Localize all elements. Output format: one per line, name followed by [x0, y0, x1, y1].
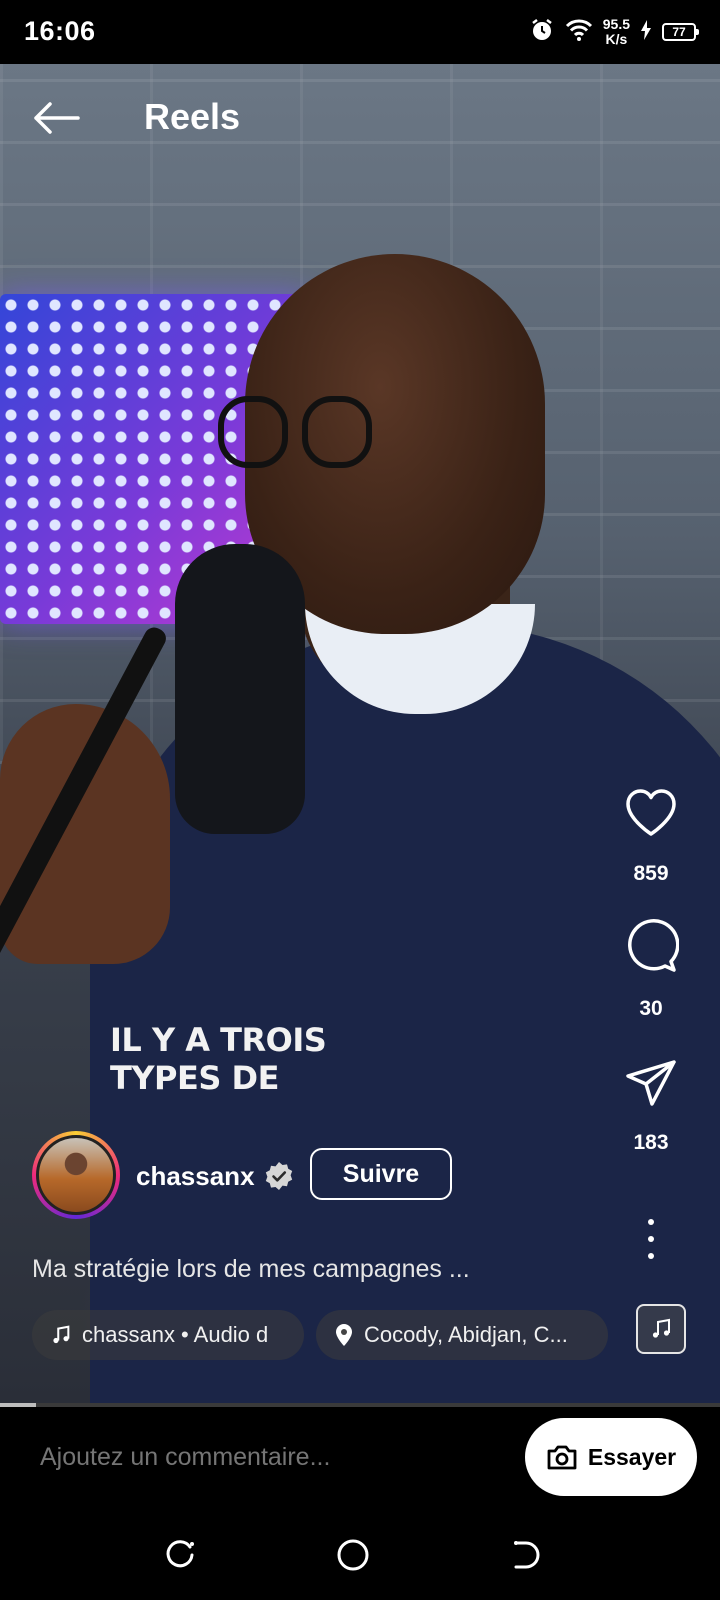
author-username[interactable]: chassanx	[136, 1161, 255, 1192]
share-count: 183	[633, 1131, 669, 1154]
author-avatar[interactable]	[32, 1131, 120, 1219]
recents-button[interactable]	[160, 1535, 200, 1575]
home-button[interactable]	[333, 1535, 373, 1575]
verified-badge-icon	[265, 1162, 293, 1190]
try-button-label: Essayer	[587, 1443, 677, 1470]
battery-icon: 77	[662, 23, 699, 41]
network-speed: 95.5 K/s	[603, 17, 630, 47]
overlay-line-2: TYPES DE	[110, 1059, 279, 1097]
try-button[interactable]: Essayer	[525, 1418, 697, 1496]
music-note-icon	[652, 1318, 670, 1338]
audio-chip-label: chassanx • Audio d	[82, 1322, 269, 1347]
audio-thumbnail-button[interactable]	[636, 1304, 686, 1354]
share-button[interactable]	[620, 1054, 682, 1112]
music-note-icon	[53, 1325, 70, 1344]
comment-bubble-icon	[628, 919, 679, 972]
status-time: 16:06	[24, 16, 96, 46]
home-circle-icon	[337, 1539, 369, 1571]
status-icons: 95.5 K/s 77	[529, 14, 699, 50]
heart-icon	[626, 789, 676, 836]
comment-button[interactable]	[620, 918, 682, 976]
page-title: Reels	[144, 96, 241, 137]
reels-header: Reels	[0, 64, 720, 174]
network-speed-value: 95.5	[602, 16, 630, 32]
status-bar: 16:06 95.5 K/s 77	[0, 0, 720, 64]
arrow-left-icon	[34, 102, 80, 134]
follow-button[interactable]: Suivre	[310, 1148, 452, 1200]
back-button[interactable]	[28, 94, 84, 142]
system-nav-bar	[0, 1507, 720, 1600]
back-nav-icon	[514, 1541, 540, 1569]
back-nav-button[interactable]	[505, 1535, 545, 1575]
wifi-icon	[565, 18, 593, 47]
audio-chip[interactable]: chassanx • Audio d	[32, 1310, 304, 1360]
location-chip-label: Cocody, Abidjan, C...	[364, 1322, 568, 1347]
comment-bar: Essayer	[0, 1407, 720, 1507]
comment-input[interactable]	[40, 1443, 460, 1472]
microphone	[175, 544, 305, 834]
video-overlay-text: IL Y A TROIS TYPES DE	[110, 1021, 327, 1097]
avatar-image	[36, 1135, 116, 1215]
location-pin-icon	[336, 1324, 352, 1346]
glasses	[218, 394, 508, 474]
comment-count: 30	[639, 997, 663, 1020]
alarm-icon	[529, 17, 555, 48]
like-button[interactable]	[620, 784, 682, 842]
reel-caption[interactable]: Ma stratégie lors de mes campagnes ...	[32, 1255, 470, 1284]
person-hand	[0, 704, 170, 964]
charging-icon	[640, 19, 652, 45]
camera-icon	[547, 1445, 577, 1470]
location-chip[interactable]: Cocody, Abidjan, C...	[316, 1310, 608, 1360]
more-vertical-icon[interactable]	[638, 1219, 664, 1259]
overlay-line-1: IL Y A TROIS	[110, 1021, 327, 1059]
send-icon	[626, 1060, 676, 1106]
recents-icon	[166, 1540, 194, 1568]
network-speed-unit: K/s	[605, 31, 628, 47]
like-count: 859	[633, 862, 669, 885]
